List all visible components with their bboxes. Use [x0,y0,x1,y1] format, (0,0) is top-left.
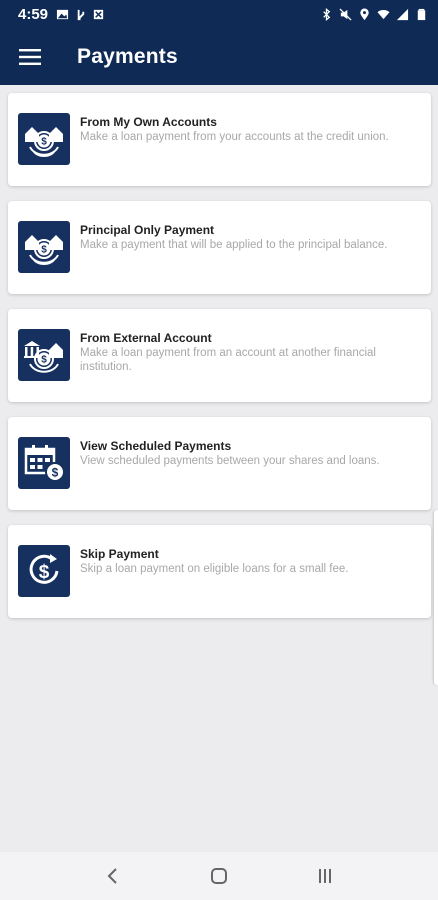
svg-text:$: $ [39,562,50,583]
card-title: Principal Only Payment [80,223,215,237]
payment-options-list: $ From My Own Accounts Make a loan payme… [8,93,431,633]
calendar-dollar-icon: $ [18,437,70,489]
card-title: From My Own Accounts [80,115,217,129]
svg-text:$: $ [41,245,47,256]
bank-house-dollar-icon: $ [18,329,70,381]
svg-text:$: $ [41,355,47,366]
system-navigation-bar [0,852,438,900]
status-bar: 4:59 [0,0,438,28]
card-text: Skip Payment Skip a loan payment on elig… [80,545,410,576]
card-skip-payment[interactable]: $ Skip Payment Skip a loan payment on el… [8,525,431,618]
sim-icon [92,8,105,21]
back-button[interactable] [93,856,133,896]
card-description: Make a loan payment from your accounts a… [80,131,389,143]
image-icon [56,8,69,21]
status-right-icons [320,7,428,21]
recents-button[interactable] [305,856,345,896]
location-icon [358,7,371,21]
hamburger-menu-icon [19,48,41,65]
houses-dollar-icon: $ [18,113,70,165]
recents-icon [319,869,331,883]
svg-text:$: $ [41,137,47,148]
card-view-scheduled-payments[interactable]: $ View Scheduled Payments View scheduled… [8,417,431,510]
card-description: Make a payment that will be applied to t… [80,239,388,251]
card-text: View Scheduled Payments View scheduled p… [80,437,410,468]
home-button[interactable] [199,856,239,896]
usb-icon [74,8,87,21]
card-text: From My Own Accounts Make a loan payment… [80,113,410,144]
status-time: 4:59 [18,5,49,23]
card-title: From External Account [80,331,212,345]
battery-icon [415,8,428,21]
status-left-icons [56,8,105,21]
app-bar: Payments [0,28,438,85]
signal-icon [396,8,409,21]
houses-dollar-icon: $ [18,221,70,273]
card-title: Skip Payment [80,547,159,561]
card-text: Principal Only Payment Make a payment th… [80,221,410,252]
edge-panel-handle[interactable] [434,510,438,685]
home-icon [211,868,227,884]
wifi-icon [377,8,390,21]
back-icon [107,868,117,884]
card-description: View scheduled payments between your sha… [80,455,380,467]
page-title: Payments [77,44,178,68]
card-description: Make a loan payment from an account at a… [80,347,376,373]
card-description: Skip a loan payment on eligible loans fo… [80,563,349,575]
card-title: View Scheduled Payments [80,439,232,453]
card-from-external-account[interactable]: $ From External Account Make a loan paym… [8,309,431,402]
card-principal-only-payment[interactable]: $ Principal Only Payment Make a payment … [8,201,431,294]
svg-text:$: $ [52,466,59,480]
card-text: From External Account Make a loan paymen… [80,329,410,374]
circular-dollar-icon: $ [18,545,70,597]
mute-icon [339,7,352,21]
menu-button[interactable] [0,28,60,85]
card-from-my-own-accounts[interactable]: $ From My Own Accounts Make a loan payme… [8,93,431,186]
bluetooth-icon [320,7,333,21]
